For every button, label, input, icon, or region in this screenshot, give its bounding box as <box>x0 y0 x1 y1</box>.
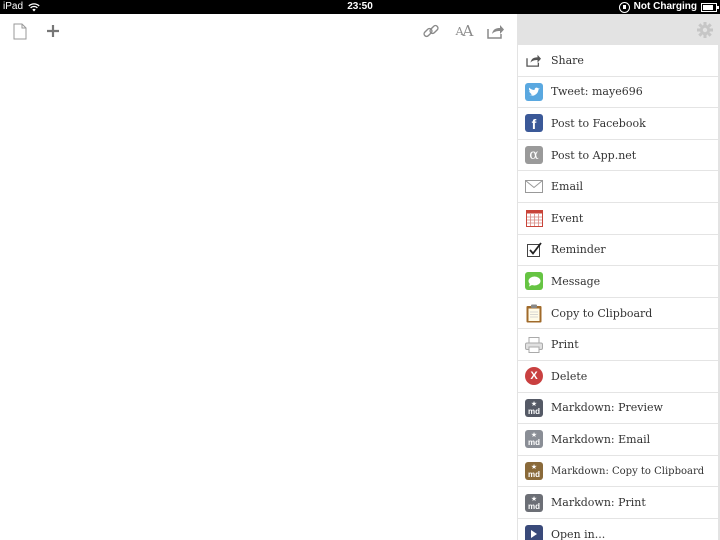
action-label: Markdown: Print <box>551 496 646 510</box>
open-in-icon <box>525 525 543 540</box>
action-email[interactable]: Email <box>518 171 718 203</box>
clipboard-icon <box>525 304 543 323</box>
action-label: Share <box>551 53 584 67</box>
share-icon <box>525 51 543 69</box>
share-icon[interactable] <box>485 20 507 42</box>
panel-header <box>517 14 720 45</box>
action-label: Delete <box>551 369 588 383</box>
action-facebook[interactable]: f Post to Facebook <box>518 108 718 140</box>
action-markdown-email[interactable]: ★ md Markdown: Email <box>518 424 718 456</box>
link-icon[interactable] <box>420 20 442 42</box>
font-size-button[interactable]: AA <box>452 20 476 42</box>
action-label: Email <box>551 180 584 194</box>
actions-menu: Share Tweet: maye696 f Post to Facebook … <box>518 45 718 540</box>
plus-icon[interactable] <box>42 20 64 42</box>
action-label: Copy to Clipboard <box>551 306 653 320</box>
markdown-clipboard-icon: ★ md <box>525 462 543 481</box>
action-label: Markdown: Preview <box>551 401 663 415</box>
message-icon <box>525 272 543 291</box>
font-small-a: A <box>455 24 464 38</box>
battery-icon <box>701 2 719 12</box>
status-time: 23:50 <box>347 1 373 12</box>
status-right: Not Charging <box>618 0 719 14</box>
charging-status: Not Charging <box>633 1 697 12</box>
status-bar: iPad 23:50 Not Charging <box>0 0 720 14</box>
action-copy-clipboard[interactable]: Copy to Clipboard <box>518 298 718 330</box>
font-large-a: A <box>462 22 474 40</box>
action-markdown-preview[interactable]: ★ md Markdown: Preview <box>518 393 718 425</box>
action-label: Markdown: Copy to Clipboard <box>551 465 705 477</box>
action-share[interactable]: Share <box>518 45 718 77</box>
delete-icon: X <box>525 367 543 386</box>
document-icon[interactable] <box>9 20 31 42</box>
rotation-lock-icon <box>618 1 630 13</box>
calendar-icon <box>525 209 543 227</box>
action-markdown-print[interactable]: ★ md Markdown: Print <box>518 487 718 519</box>
markdown-preview-icon: ★ md <box>525 398 543 417</box>
checkbox-icon <box>525 241 543 259</box>
markdown-email-icon: ★ md <box>525 430 543 449</box>
action-event[interactable]: Event <box>518 203 718 235</box>
action-label: Message <box>551 274 601 288</box>
editor-toolbar: AA <box>0 14 517 46</box>
printer-icon <box>525 336 543 354</box>
action-open-in[interactable]: Open in... <box>518 519 718 540</box>
editor-text-area[interactable] <box>0 46 517 540</box>
appnet-icon: α <box>525 146 543 165</box>
action-label: Post to Facebook <box>551 116 646 130</box>
action-appnet[interactable]: α Post to App.net <box>518 140 718 172</box>
action-label: Post to App.net <box>551 148 637 162</box>
facebook-icon: f <box>525 114 543 133</box>
action-tweet[interactable]: Tweet: maye696 <box>518 77 718 109</box>
envelope-icon <box>525 178 543 196</box>
action-label: Reminder <box>551 243 606 257</box>
action-delete[interactable]: X Delete <box>518 361 718 393</box>
action-label: Markdown: Email <box>551 432 651 446</box>
action-markdown-clipboard[interactable]: ★ md Markdown: Copy to Clipboard <box>518 456 718 488</box>
action-label: Event <box>551 211 584 225</box>
markdown-print-icon: ★ md <box>525 493 543 512</box>
action-label: Tweet: maye696 <box>551 85 643 99</box>
action-reminder[interactable]: Reminder <box>518 235 718 267</box>
action-print[interactable]: Print <box>518 329 718 361</box>
gear-icon[interactable] <box>696 21 714 39</box>
action-message[interactable]: Message <box>518 266 718 298</box>
actions-panel: Share Tweet: maye696 f Post to Facebook … <box>517 14 720 540</box>
action-label: Print <box>551 338 579 352</box>
twitter-icon <box>525 82 543 101</box>
action-label: Open in... <box>551 527 606 540</box>
